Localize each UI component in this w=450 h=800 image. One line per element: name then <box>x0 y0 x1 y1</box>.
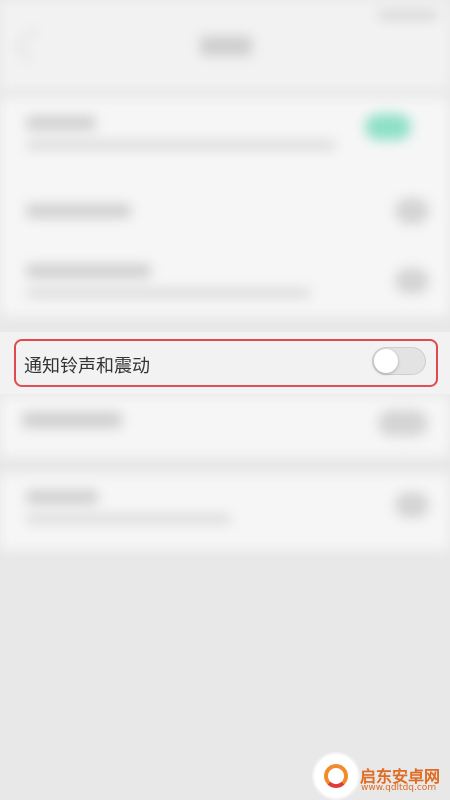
blurred-text <box>26 140 336 150</box>
blurred-toggle[interactable] <box>395 268 429 294</box>
blurred-text <box>26 264 151 278</box>
blurred-toggle[interactable] <box>395 492 429 518</box>
blurred-text <box>22 412 122 428</box>
settings-row-blurred <box>0 396 450 456</box>
blurred-text <box>26 204 131 218</box>
blurred-toggle[interactable] <box>395 198 429 224</box>
blurred-text <box>26 116 96 130</box>
highlight-annotation-box <box>14 339 438 387</box>
blurred-text <box>26 490 98 504</box>
back-arrow-icon[interactable] <box>14 26 51 63</box>
settings-group-bottom <box>0 474 450 550</box>
app-header <box>0 0 450 90</box>
page-title-blurred <box>200 36 252 56</box>
blurred-toggle[interactable] <box>365 114 411 140</box>
settings-group-top <box>0 98 450 316</box>
blurred-text <box>26 514 231 524</box>
blurred-text <box>26 288 311 298</box>
watermark-url: www.qdltdq.com <box>361 783 437 793</box>
watermark-logo-icon <box>312 752 360 800</box>
status-bar-blurred <box>378 10 438 20</box>
blurred-toggle[interactable] <box>378 410 428 436</box>
